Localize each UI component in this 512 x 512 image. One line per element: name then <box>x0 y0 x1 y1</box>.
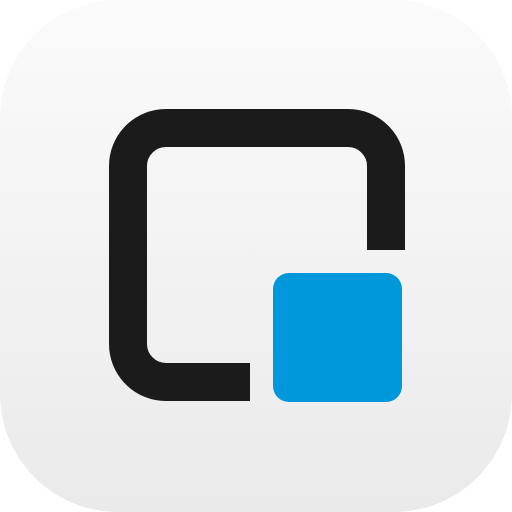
floating-window-square <box>273 273 402 402</box>
picture-in-picture-icon <box>0 0 512 512</box>
icon-tile-background <box>0 0 512 512</box>
app-icon <box>0 0 512 512</box>
